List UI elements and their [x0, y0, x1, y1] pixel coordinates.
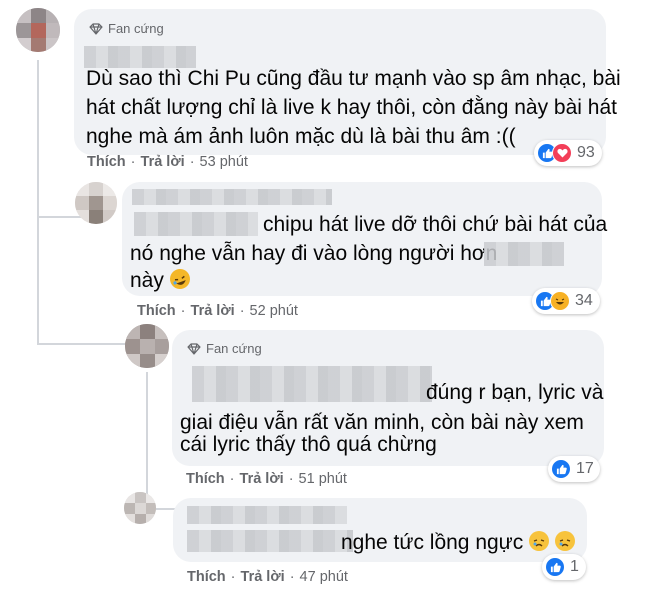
thread-line	[37, 343, 127, 345]
comment-bubble: chipu hát live dỡ thôi chứ bài hát của n…	[122, 182, 607, 296]
like-button[interactable]: Thích	[137, 303, 176, 319]
comment-text-line: nghe tức lồng ngực	[341, 528, 575, 558]
like-button[interactable]: Thích	[87, 154, 126, 170]
comment-text: Dù sao thì Chi Pu cũng đầu tư mạnh vào s…	[86, 67, 621, 90]
reaction-summary[interactable]: 93	[534, 140, 602, 166]
comment-text: hát chất lượng chỉ là live k hay thôi, c…	[86, 96, 617, 119]
fan-badge: Fan cứng	[89, 21, 164, 36]
reaction-summary[interactable]: 34	[532, 288, 600, 314]
comment-actions: Thích · Trả lời · 51 phút	[186, 471, 347, 487]
comment-text: nghe mà ám ảnh luôn mặc dù là bài thu âm…	[86, 125, 516, 148]
reaction-count: 93	[577, 144, 595, 161]
diamond-icon	[187, 342, 201, 355]
sad-face-emoji	[554, 531, 575, 551]
blurred-username[interactable]	[192, 366, 432, 402]
sad-face-emoji	[529, 531, 550, 551]
avatar[interactable]	[75, 182, 117, 224]
love-icon	[552, 143, 572, 163]
avatar[interactable]	[124, 492, 156, 524]
avatar[interactable]	[125, 324, 169, 368]
comment-text: nghe tức lồng ngực	[341, 531, 524, 554]
timestamp[interactable]: 51 phút	[299, 471, 347, 487]
fan-badge: Fan cứng	[187, 341, 262, 356]
blurred-username[interactable]	[187, 506, 347, 524]
haha-icon	[550, 291, 570, 311]
like-button[interactable]: Thích	[187, 569, 226, 585]
diamond-icon	[89, 22, 103, 35]
comment-bubble: nghe tức lồng ngực	[173, 498, 587, 562]
reaction-count: 17	[576, 460, 594, 477]
like-button[interactable]: Thích	[186, 471, 225, 487]
thread-line	[37, 218, 39, 344]
reply-button[interactable]: Trả lời	[191, 303, 235, 319]
comment-text: chipu hát live dỡ thôi chứ bài hát của	[263, 213, 608, 236]
blurred-text[interactable]	[187, 530, 353, 552]
timestamp[interactable]: 52 phút	[250, 303, 298, 319]
reaction-summary[interactable]: 17	[548, 456, 600, 482]
comment-actions: Thích · Trả lời · 47 phút	[187, 569, 348, 585]
badge-label: Fan cứng	[108, 21, 164, 36]
like-icon	[545, 557, 565, 577]
blurred-text[interactable]	[484, 242, 564, 266]
badge-label: Fan cứng	[206, 341, 262, 356]
comment-actions: Thích · Trả lời · 53 phút	[87, 154, 248, 170]
blurred-text[interactable]	[134, 212, 258, 236]
comment-text: nó nghe vẫn hay đi vào lòng người hơn	[130, 242, 498, 265]
timestamp[interactable]: 47 phút	[300, 569, 348, 585]
reaction-count: 1	[570, 558, 579, 575]
comment-text: đúng r bạn, lyric và	[426, 381, 604, 404]
like-icon	[551, 459, 571, 479]
comment-bubble: Fan cứng Dù sao thì Chi Pu cũng đầu tư m…	[74, 9, 621, 155]
comment-actions: Thích · Trả lời · 52 phút	[137, 303, 298, 319]
comment-text: này	[130, 269, 164, 292]
reply-button[interactable]: Trả lời	[141, 154, 185, 170]
avatar[interactable]	[16, 8, 60, 52]
reply-button[interactable]: Trả lời	[240, 471, 284, 487]
reaction-count: 34	[575, 292, 593, 309]
reply-button[interactable]: Trả lời	[241, 569, 285, 585]
reaction-summary[interactable]: 1	[542, 554, 586, 580]
thread-line	[37, 60, 39, 218]
comment-text-line3: này	[130, 266, 193, 296]
thread-line	[146, 372, 148, 510]
timestamp[interactable]: 53 phút	[200, 154, 248, 170]
comment-text: cái lyric thấy thô quá chừng	[180, 433, 437, 456]
blurred-username[interactable]	[132, 189, 332, 205]
comment-bubble: Fan cứng đúng r bạn, lyric và giai điệu …	[172, 330, 604, 466]
rolling-laugh-emoji	[166, 266, 193, 292]
